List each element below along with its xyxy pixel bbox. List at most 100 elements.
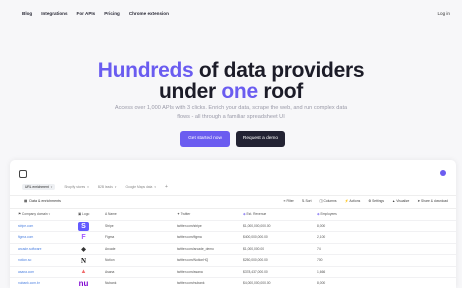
domain-cell[interactable]: nubank.com.br — [18, 281, 40, 285]
chevron-down-icon: ▾ — [154, 185, 157, 189]
column-header-logo[interactable]: ▣ Logo — [78, 212, 89, 216]
visualize-label: Visualize — [396, 199, 410, 203]
tab-label: Shopify stores — [64, 185, 86, 189]
name-cell: Arcade — [105, 246, 116, 251]
sheet-tabs: URL enrichment ▾ Shopify stores ▾ B2B lead… — [22, 183, 168, 191]
tab-label: Google Maps data — [125, 185, 153, 189]
nav-link-blog[interactable]: Blog — [22, 11, 32, 16]
logo-glyph: nu — [78, 279, 89, 288]
app-logo-icon — [19, 170, 27, 178]
logo-glyph: N — [80, 256, 87, 265]
chevron-down-icon: ▾ — [87, 185, 89, 189]
employees-cell: 1,666 — [317, 269, 326, 274]
table-name-label: Data & enrichments — [29, 199, 61, 203]
actions-label: Actions — [349, 199, 361, 203]
employees-cell: 8,000 — [317, 223, 326, 228]
share-download-button[interactable]: ➤ Share & download — [417, 199, 448, 203]
revenue-cell: $4,000,000,000.00 — [243, 281, 271, 285]
revenue-cell: $400,000,000.00 — [243, 235, 268, 239]
name-cell: Asana — [105, 269, 115, 274]
column-label: Logo — [82, 212, 90, 216]
hero-title-start: under — [159, 80, 222, 103]
twitter-cell[interactable]: twitter.com/stripe — [177, 224, 202, 228]
visualize-button[interactable]: ▲ Visualize — [392, 199, 409, 203]
asana-logo-icon: ▲ — [78, 268, 89, 277]
hero-accent-word: Hundreds — [97, 59, 194, 82]
add-tab-button[interactable]: + — [165, 184, 168, 190]
employees-cell: 74 — [317, 246, 321, 251]
twitter-cell[interactable]: twitter.com/arcade_demo — [177, 247, 214, 251]
chart-icon: ▲ — [392, 199, 396, 203]
tab-google-maps-data[interactable]: Google Maps data ▾ — [125, 185, 156, 189]
nubank-logo-icon: nu — [78, 279, 89, 288]
domain-cell[interactable]: notion.so — [18, 258, 31, 262]
arcade-logo-icon: ◆ — [78, 245, 89, 254]
column-header-name[interactable]: A Name — [105, 212, 117, 216]
user-avatar[interactable] — [440, 170, 446, 176]
columns-button[interactable]: ◫ Columns — [320, 199, 337, 203]
nav-links: Blog Integrations For APIs Pricing Chrom… — [22, 11, 178, 16]
domain-cell[interactable]: stripe.com — [18, 224, 33, 228]
table-row[interactable]: stripe.com S Stripe twitter.com/stripe $… — [10, 221, 456, 232]
share-label: Share & download — [421, 199, 448, 203]
table-row[interactable]: arcade.software ◆ Arcade twitter.com/arc… — [10, 244, 456, 255]
logo-glyph: F — [81, 234, 86, 241]
nav-link-for-apis[interactable]: For APIs — [77, 11, 96, 16]
request-demo-button[interactable]: Request a demo — [236, 131, 285, 147]
chevron-down-icon: ▾ — [48, 212, 51, 216]
image-icon: ▣ — [78, 212, 82, 216]
data-table: ⚑ Company domain ▾ ▣ Logo A Name ✦ Twitt… — [10, 209, 456, 288]
hero-subtitle: Access over 1,000 APIs with 3 clicks. En… — [114, 105, 348, 120]
tab-label: URL enrichment — [25, 185, 49, 189]
tab-label: B2B leads — [97, 185, 113, 189]
sort-button[interactable]: ⇅ Sort — [302, 199, 312, 203]
filter-button[interactable]: ≡ Filter — [284, 199, 294, 203]
hero-title-rest: of data providers — [193, 59, 365, 82]
get-started-button[interactable]: Get started now — [180, 131, 230, 147]
columns-icon: ◫ — [319, 199, 323, 203]
twitter-cell[interactable]: twitter.com/nubank — [177, 281, 205, 285]
name-cell: Figma — [105, 235, 115, 239]
table-row[interactable]: asana.com ▲ Asana twitter.com/asana $378… — [10, 267, 456, 278]
twitter-cell[interactable]: twitter.com/asana — [177, 270, 203, 274]
tag-icon: ⚑ — [18, 212, 21, 216]
column-header-employees[interactable]: ◆ Employees — [317, 212, 337, 216]
revenue-cell: $1,000,000.00 — [243, 246, 265, 251]
column-label: Name — [107, 212, 117, 216]
sort-label: Sort — [305, 199, 312, 203]
domain-cell[interactable]: figma.com — [18, 235, 33, 239]
nav-link-chrome-extension[interactable]: Chrome extension — [129, 11, 169, 16]
chevron-down-icon: ▾ — [114, 185, 117, 189]
name-cell: Stripe — [105, 223, 114, 228]
app-preview: URL enrichment ▾ Shopify stores ▾ B2B lead… — [10, 160, 456, 288]
nav-link-integrations[interactable]: Integrations — [41, 11, 67, 16]
login-link[interactable]: Log in — [437, 11, 450, 16]
tab-b2b-leads[interactable]: B2B leads ▾ — [98, 185, 117, 189]
columns-label: Columns — [323, 199, 337, 203]
twitter-cell[interactable]: twitter.com/NotionHQ — [177, 258, 208, 262]
nav-link-pricing[interactable]: Pricing — [104, 11, 120, 16]
table-name: ▦ Data & enrichments — [24, 199, 61, 203]
tab-url-enrichment[interactable]: URL enrichment ▾ — [22, 184, 56, 190]
table-header: ⚑ Company domain ▾ ▣ Logo A Name ✦ Twitt… — [10, 209, 456, 221]
table-row[interactable]: nubank.com.br nu Nubank twitter.com/nuba… — [10, 278, 456, 288]
logo-glyph: ▲ — [80, 269, 87, 275]
column-header-revenue[interactable]: ◆ Est. Revenue — [243, 212, 266, 216]
column-header-twitter[interactable]: ✦ Twitter — [177, 212, 190, 216]
name-cell: Nubank — [105, 281, 117, 285]
table-icon: ▦ — [24, 199, 28, 203]
settings-button[interactable]: ⚙ Settings — [368, 199, 384, 203]
column-header-domain[interactable]: ⚑ Company domain ▾ — [18, 212, 50, 216]
settings-label: Settings — [372, 199, 385, 203]
domain-cell[interactable]: asana.com — [18, 270, 34, 274]
twitter-cell[interactable]: twitter.com/figma — [177, 235, 202, 239]
table-row[interactable]: notion.so N Notion twitter.com/NotionHQ … — [10, 255, 456, 267]
column-label: Est. Revenue — [246, 212, 267, 216]
column-label: Company domain — [21, 212, 48, 216]
tab-shopify-stores[interactable]: Shopify stores ▾ — [64, 185, 89, 189]
domain-cell[interactable]: arcade.software — [18, 247, 41, 251]
toolbar-actions: ≡ Filter ⇅ Sort ◫ Columns ⚡ Actions ⚙ Se… — [284, 199, 448, 203]
actions-button[interactable]: ⚡ Actions — [345, 199, 361, 203]
filter-label: Filter — [286, 199, 294, 203]
table-row[interactable]: figma.com F Figma twitter.com/figma $400… — [10, 232, 456, 244]
